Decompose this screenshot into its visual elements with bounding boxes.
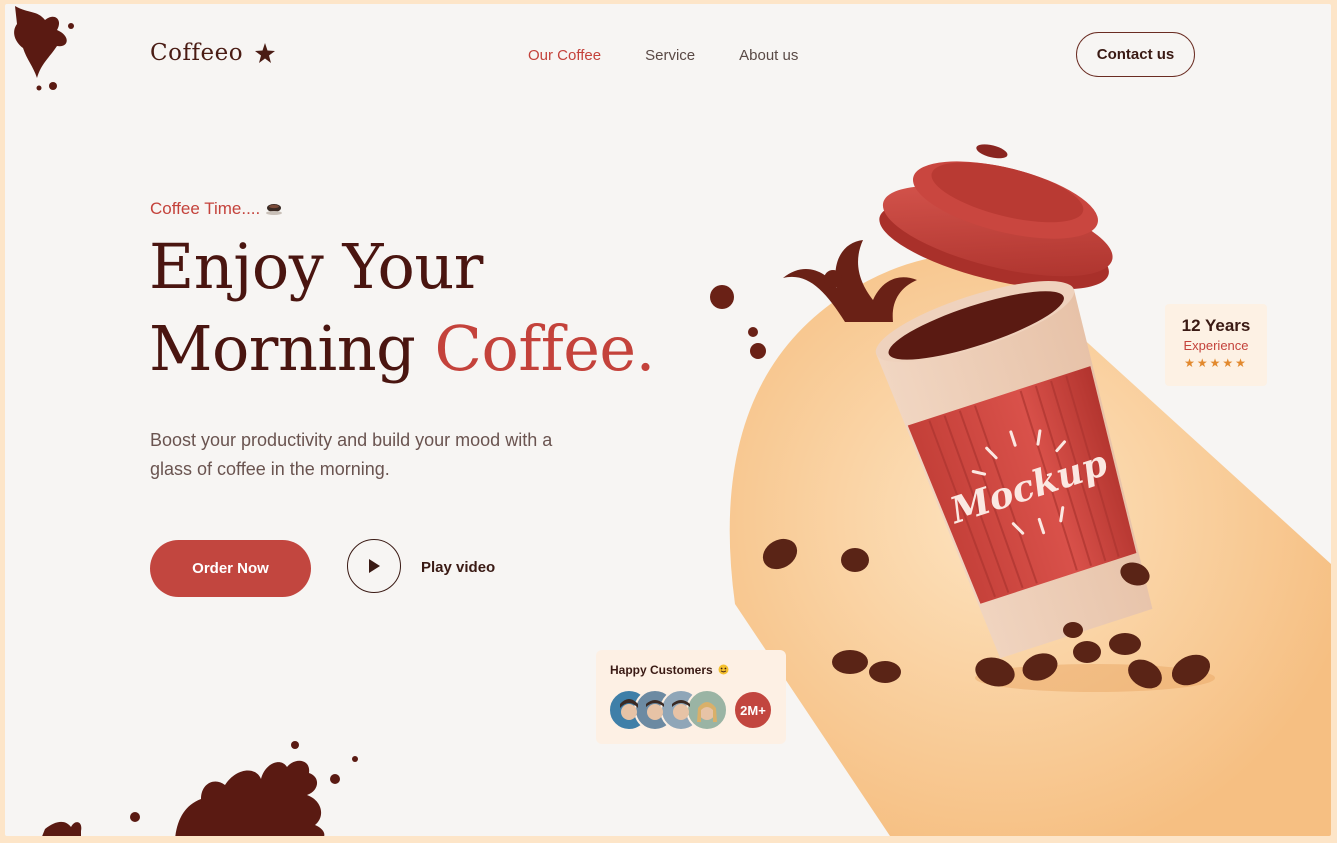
happy-customers-card: Happy Customers 2M+ <box>596 650 786 744</box>
hero-subtitle: Boost your productivity and build your m… <box>150 430 553 479</box>
nav-item-about-us[interactable]: About us <box>739 47 798 64</box>
headline-line-1: Enjoy Your <box>149 230 483 303</box>
customer-avatars <box>609 689 728 731</box>
play-video-button[interactable] <box>347 539 401 593</box>
experience-label: Experience <box>1183 338 1249 353</box>
experience-card: 12 Years Experience ★★★★★ <box>1165 304 1267 386</box>
nav-item-service[interactable]: Service <box>645 47 695 64</box>
customer-count-badge: 2M+ <box>733 690 773 730</box>
coffee-splash-decoration <box>14 6 74 91</box>
main-nav: Our Coffee Service About us <box>528 47 798 64</box>
landing-page: Coffeeo Our Coffee Service About us Cont… <box>5 4 1331 836</box>
brand-logo[interactable]: Coffeeo <box>150 40 277 66</box>
customers-title: Happy Customers <box>610 663 729 677</box>
play-video-label[interactable]: Play video <box>421 559 495 576</box>
contact-us-button[interactable]: Contact us <box>1076 32 1195 77</box>
experience-years: 12 Years <box>1181 316 1251 335</box>
nav-item-our-coffee[interactable]: Our Coffee <box>528 47 601 64</box>
headline-accent: Coffee. <box>434 312 656 385</box>
coffee-cup-illustration: Mockup <box>710 144 1215 692</box>
headline-line-2: Morning <box>149 312 435 385</box>
hero-eyebrow: Coffee Time.... <box>150 199 284 219</box>
play-icon <box>369 559 380 573</box>
star-icon <box>255 43 276 63</box>
rating-stars: ★★★★★ <box>1184 356 1248 370</box>
brand-name: Coffeeo <box>150 40 244 66</box>
customers-title-text: Happy Customers <box>610 663 713 677</box>
hero-headline: Enjoy Your Morning Coffee. <box>149 226 655 390</box>
smiley-icon <box>718 664 729 675</box>
coffee-splash-decoration <box>42 741 358 836</box>
eyebrow-text: Coffee Time.... <box>150 199 261 218</box>
coffee-cup-icon <box>266 204 283 215</box>
order-now-button[interactable]: Order Now <box>150 540 311 597</box>
